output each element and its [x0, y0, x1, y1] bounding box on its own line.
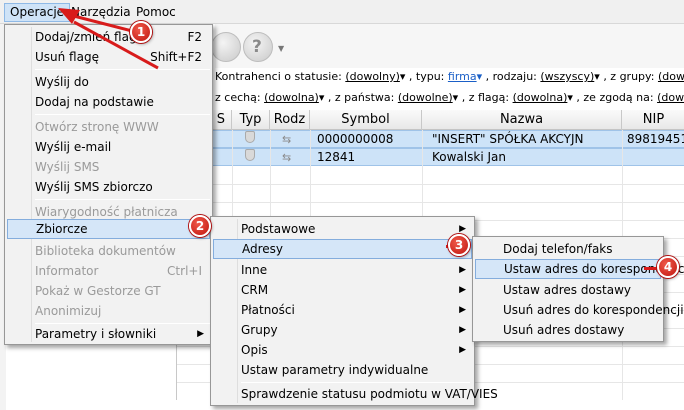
- step-badge-1: 1: [130, 21, 152, 43]
- annotation-arrow-icon: [58, 8, 159, 70]
- callout-line: [644, 267, 658, 270]
- step-badge-4: 4: [657, 256, 679, 278]
- step-badge-2: 2: [189, 215, 211, 237]
- step-badge-3: 3: [448, 234, 470, 256]
